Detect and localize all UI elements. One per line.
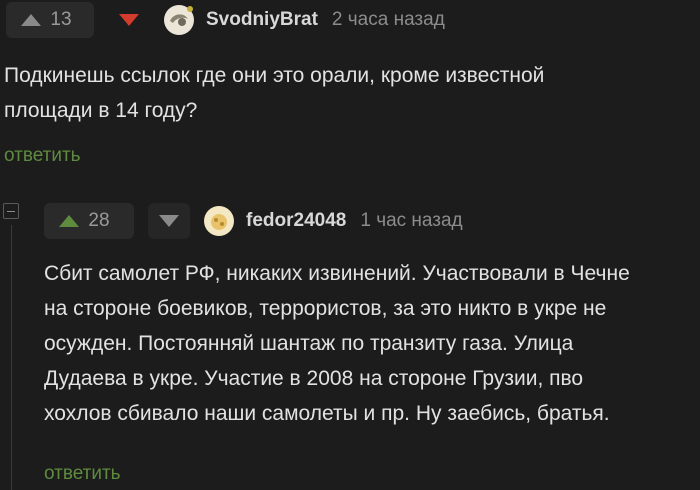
comment-text: Подкинешь ссылок где они это орали, кром… (4, 64, 545, 122)
score: 13 (50, 9, 72, 30)
vote-widget: 13 (6, 2, 94, 38)
minus-icon (7, 210, 15, 212)
timestamp: 2 часа назад (331, 9, 445, 30)
downvote-button[interactable] (108, 2, 150, 38)
avatar-image (205, 207, 233, 235)
downvote-button[interactable] (148, 203, 190, 239)
collapse-thread-button[interactable] (3, 203, 19, 219)
comment-text: Сбит самолет РФ, никаких извинений. Учас… (44, 262, 630, 425)
score: 28 (88, 210, 110, 231)
upvote-icon (59, 215, 79, 227)
comment-1-header: 13 SvodniyBrat 2 часа назад (6, 2, 445, 38)
username[interactable]: SvodniyBrat (206, 9, 318, 31)
vote-widget: 28 (44, 203, 134, 239)
timestamp: 1 час назад (360, 210, 463, 231)
downvote-icon (159, 215, 179, 227)
reply-link[interactable]: ответить (4, 145, 81, 167)
avatar-image (165, 6, 193, 34)
avatar[interactable] (164, 5, 194, 35)
downvote-icon (119, 14, 139, 26)
upvote-icon (21, 14, 41, 26)
comment-2-header: 28 fedor24048 1 час назад (44, 203, 463, 239)
thread-line[interactable] (11, 225, 12, 490)
avatar[interactable] (204, 206, 234, 236)
username[interactable]: fedor24048 (246, 210, 346, 232)
reply-link[interactable]: ответить (44, 463, 121, 485)
